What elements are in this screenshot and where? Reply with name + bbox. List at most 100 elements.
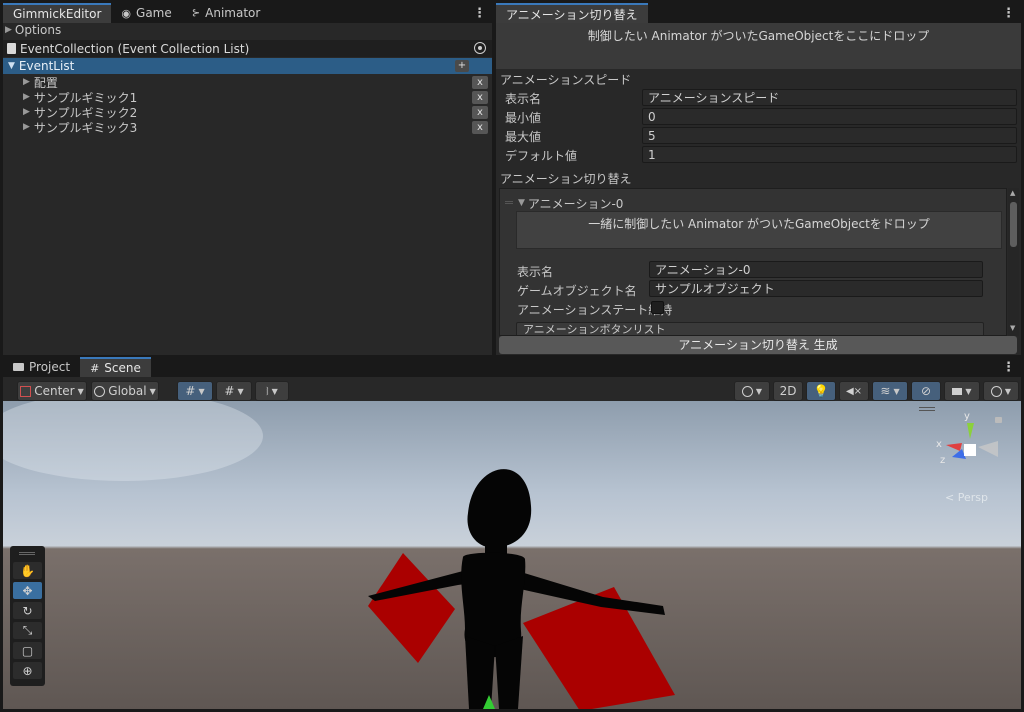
foldout-open-icon: ▼ [8,61,15,71]
chevron-down-icon: ▼ [77,386,84,396]
orientation-gizmo[interactable]: y x z [936,411,1002,473]
remove-item-button[interactable]: x [472,106,488,119]
entry-display-name-field[interactable]: アニメーション-0 [649,261,983,278]
speed-section-label: アニメーションスピード [500,73,632,87]
red-plane-left [368,553,455,663]
list-item[interactable]: ▶ サンプルギミック3 [23,119,492,135]
animation-entry-header[interactable]: ▼ アニメーション-0 [518,195,623,211]
switch-section-label: アニメーション切り替え [500,172,632,186]
gimmick-editor-panel: GimmickEditor ◉ Game ⊱ Animator ⋮ ▶ Opti… [3,3,492,355]
rect-tool-button[interactable]: ▢ [13,642,42,659]
foldout-arrow-icon: ▶ [23,77,30,87]
chevron-down-icon: ▼ [198,386,205,396]
add-item-button[interactable]: + [455,60,469,72]
transform-tool-button[interactable]: ⊕ [13,662,42,679]
foldout-open-icon: ▼ [518,198,525,208]
gimmick-tabbar: GimmickEditor ◉ Game ⊱ Animator ⋮ [3,3,492,23]
scroll-down-arrow-icon[interactable]: ▼ [1010,324,1015,332]
panel-menu-icon[interactable]: ⋮ [1002,360,1015,375]
remove-item-button[interactable]: x [472,91,488,104]
folder-icon [13,363,24,371]
object-name-field[interactable]: サンプルオブジェクト [649,280,983,297]
default-value-field[interactable]: 1 [642,146,1017,163]
gizmo-graphic [946,423,998,459]
tab-project[interactable]: Project [3,357,80,377]
draw-mode-dropdown[interactable]: ▼ [734,381,770,401]
tab-animation-switch[interactable]: アニメーション切り替え [496,3,648,23]
2d-mode-toggle[interactable]: 2D [773,381,803,401]
pivot-icon [20,385,32,397]
lighting-toggle[interactable]: 💡 [806,381,836,401]
scene-visibility-toggle[interactable]: ⊘ [911,381,941,401]
scroll-up-arrow-icon[interactable]: ▲ [1010,189,1015,197]
button-list-header[interactable]: アニメーションボタンリスト [516,322,984,335]
target-icon[interactable] [474,42,486,54]
eventlist-row[interactable]: ▼ EventList [3,58,492,74]
camera-icon [952,387,963,395]
camera-dropdown[interactable]: ▼ [944,381,980,401]
hand-tool-button[interactable]: ✋ [13,562,42,579]
mute-icon: ◀× [845,385,863,397]
audio-toggle[interactable]: ◀× [839,381,869,401]
entry-drop-area[interactable]: 一緒に制御したい Animator がついたGameObjectをドロップ [516,211,1002,249]
entry-display-name-label: 表示名 [517,265,554,279]
grid-visibility-toggle[interactable]: ⧘ ▼ [255,381,289,401]
gizmos-dropdown[interactable]: ▼ [983,381,1019,401]
animator-drop-area[interactable]: 制御したい Animator がついたGameObjectをここにドロップ [496,23,1021,69]
scene-graphics [3,401,675,709]
scene-toolbar: Center ▼ Global ▼ # ▼ # ▼ ⧘ ▼ ▼ 2D 💡 ◀× ≋ ▼ ⊘ … [3,377,1021,401]
gizmo-icon [990,385,1002,397]
scale-icon: ⤡ [22,623,33,637]
remove-item-button[interactable]: x [472,76,488,89]
chevron-down-icon: ▼ [237,386,244,396]
keep-state-checkbox[interactable] [651,301,664,314]
animation-list-container: ▼ アニメーション-0 一緒に制御したい Animator がついたGameOb… [499,188,1007,336]
animator-icon: ⊱ [191,7,201,19]
chevron-down-icon: ▼ [149,386,156,396]
foldout-arrow-icon: ▶ [23,122,30,132]
remove-item-button[interactable]: x [472,121,488,134]
chevron-down-icon: ▼ [965,386,972,396]
hand-icon: ✋ [20,563,35,578]
display-name-field[interactable]: アニメーションスピード [642,89,1017,106]
tab-scene[interactable]: # Scene [80,357,151,377]
keep-state-label: アニメーションステート維持 [517,303,673,317]
min-value-field[interactable]: 0 [642,108,1017,125]
chevron-down-icon: ▼ [893,386,900,396]
pivot-space-dropdown[interactable]: Global ▼ [91,381,159,401]
rect-transform-icon: ▢ [21,643,34,658]
grid-snap-icon: # [185,384,196,398]
perspective-label[interactable]: < Persp [945,491,988,504]
generate-button[interactable]: アニメーション切り替え 生成 [499,336,1017,354]
effects-dropdown[interactable]: ≋ ▼ [872,381,908,401]
tab-game[interactable]: ◉ Game [111,3,181,23]
chevron-down-icon: ▼ [755,386,763,396]
scene-viewport[interactable]: y x z < Persp ✋ ✥ ↻ ⤡ ▢ ⊕ [3,401,1021,709]
pivot-mode-dropdown[interactable]: Center ▼ [17,381,87,401]
scene-grid-icon: # [90,361,100,375]
scale-tool-button[interactable]: ⤡ [13,622,42,639]
tab-animator[interactable]: ⊱ Animator [182,3,271,23]
tools-drag-handle[interactable] [19,552,35,555]
scene-panel: Project # Scene ⋮ Center ▼ Global ▼ # ▼ # ▼ … [3,357,1021,709]
chevron-down-icon: ▼ [271,386,278,396]
panel-menu-icon[interactable]: ⋮ [473,6,486,21]
sun-glow [3,401,263,481]
move-tool-button[interactable]: ✥ [13,582,42,599]
globe-icon [94,385,106,397]
gamepad-icon: ◉ [121,6,132,20]
max-value-field[interactable]: 5 [642,127,1017,144]
options-foldout[interactable]: ▶ Options [5,22,61,38]
list-scrollbar[interactable]: ▲ ▼ [1008,188,1019,336]
scene-overlay-handle[interactable] [919,407,935,411]
foldout-arrow-icon: ▶ [5,25,12,35]
tab-gimmick-editor[interactable]: GimmickEditor [3,3,112,23]
increment-snap-toggle[interactable]: # ▼ [216,381,252,401]
panel-menu-icon[interactable]: ⋮ [1002,6,1015,21]
drag-handle-icon[interactable] [505,201,513,204]
display-name-label: 表示名 [505,92,542,106]
transform-icon: ⊕ [22,663,33,678]
scrollbar-thumb[interactable] [1010,202,1017,247]
grid-snap-toggle[interactable]: # ▼ [177,381,213,401]
rotate-tool-button[interactable]: ↻ [13,602,42,619]
